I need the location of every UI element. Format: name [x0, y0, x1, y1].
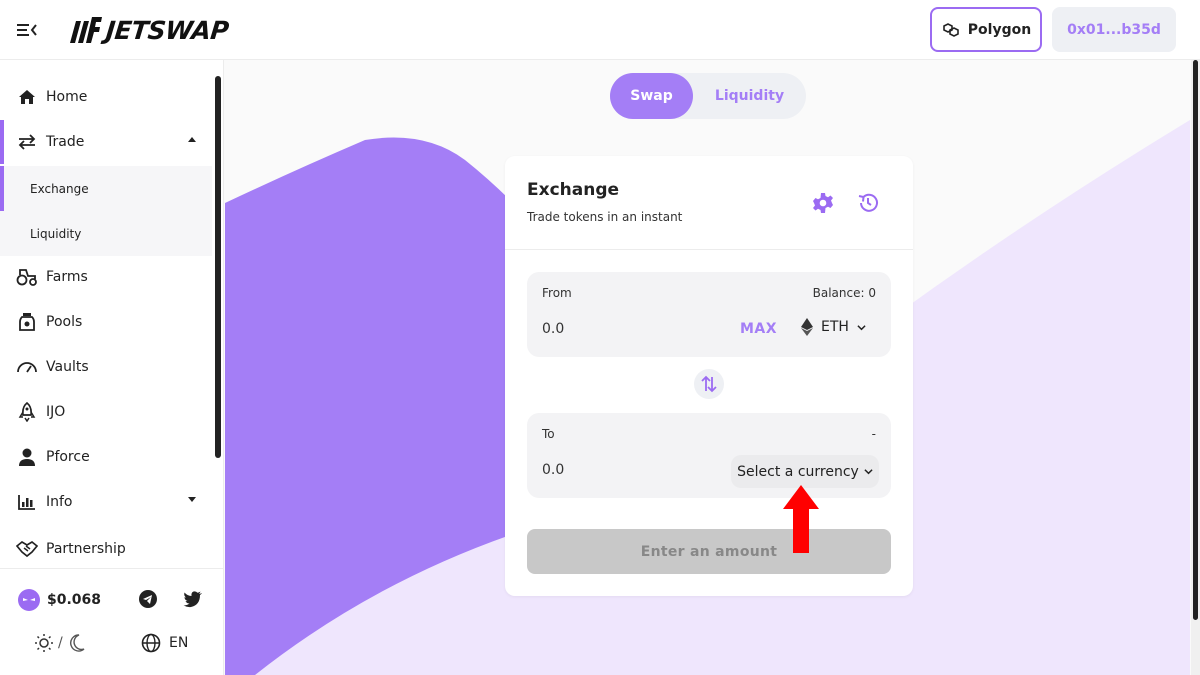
sidebar-item-label: Exchange — [30, 181, 89, 196]
jar-icon — [16, 311, 38, 333]
sidebar-item-label: Vaults — [46, 359, 89, 375]
sidebar-item-pools[interactable]: Pools — [0, 300, 212, 344]
from-token-selector[interactable]: ETH — [801, 318, 866, 336]
sidebar-item-label: Trade — [46, 134, 85, 150]
sidebar-item-label: Pforce — [46, 449, 90, 465]
sidebar-subitem-liquidity[interactable]: Liquidity — [0, 211, 212, 256]
sidebar-item-label: Partnership — [46, 541, 126, 557]
rocket-icon — [16, 401, 38, 423]
network-button[interactable]: Polygon — [930, 7, 1042, 52]
sidebar-item-trade[interactable]: Trade — [0, 120, 212, 164]
enter-amount-button: Enter an amount — [527, 529, 891, 574]
from-label: From — [542, 286, 572, 300]
exchange-card: Exchange Trade tokens in an instant From… — [505, 156, 913, 596]
chevron-up-icon — [188, 137, 196, 142]
sidebar-item-info[interactable]: Info — [0, 480, 212, 524]
sidebar-footer: $0.068 / EN — [0, 568, 224, 675]
exchange-card-header: Exchange Trade tokens in an instant — [505, 156, 913, 250]
red-up-arrow-annotation — [783, 485, 819, 553]
menu-collapse-icon[interactable] — [16, 20, 38, 40]
swap-liquidity-tabs: Swap Liquidity — [610, 73, 806, 119]
from-panel: From Balance: 0 0.0 MAX ETH — [527, 272, 891, 357]
ethereum-icon — [801, 318, 813, 336]
sidebar-item-label: Farms — [46, 269, 88, 285]
chevron-down-icon — [188, 497, 196, 502]
sidebar-item-partnership[interactable]: Partnership — [0, 527, 212, 571]
exchange-subtitle: Trade tokens in an instant — [527, 210, 683, 224]
telegram-icon[interactable] — [138, 589, 158, 609]
sidebar-scrollbar[interactable] — [215, 76, 221, 458]
history-icon[interactable] — [857, 192, 879, 214]
jetswap-token-icon — [18, 589, 40, 611]
sidebar-item-label: Home — [46, 89, 88, 105]
gear-icon[interactable] — [812, 192, 834, 214]
sidebar-item-home[interactable]: Home — [0, 75, 212, 119]
sidebar-item-label: IJO — [46, 404, 66, 420]
theme-toggle[interactable]: / — [34, 633, 85, 653]
sidebar-item-vaults[interactable]: Vaults — [0, 345, 212, 389]
tab-liquidity[interactable]: Liquidity — [693, 73, 806, 119]
to-balance: - — [871, 427, 876, 441]
to-panel: To - 0.0 Select a currency — [527, 413, 891, 498]
from-balance: Balance: 0 — [812, 286, 876, 300]
to-label: To — [542, 427, 555, 441]
sun-icon[interactable] — [34, 633, 54, 653]
sidebar-item-ijo[interactable]: IJO — [0, 390, 212, 434]
top-header: JETSWAP Polygon 0x01...b35d — [0, 0, 1200, 60]
chevron-down-icon — [864, 469, 873, 475]
select-currency-label: Select a currency — [737, 463, 859, 480]
page-scrollbar[interactable] — [1191, 60, 1200, 675]
sidebar-item-pforce[interactable]: Pforce — [0, 435, 212, 479]
polygon-icon — [942, 22, 959, 37]
swap-vertical-icon — [701, 375, 717, 393]
handshake-icon — [16, 538, 38, 560]
chart-icon — [16, 491, 38, 513]
gauge-icon — [16, 356, 38, 378]
home-icon — [16, 86, 38, 108]
sidebar-item-label: Liquidity — [30, 226, 82, 241]
language-selector[interactable]: EN — [141, 633, 188, 653]
sidebar-subitem-exchange[interactable]: Exchange — [0, 166, 212, 211]
wallet-address-label: 0x01...b35d — [1067, 21, 1161, 38]
language-label: EN — [169, 635, 189, 651]
logo-text: JETSWAP — [104, 15, 230, 45]
jetswap-logo-icon — [70, 17, 102, 43]
tractor-icon — [16, 266, 38, 288]
to-amount-input[interactable]: 0.0 — [542, 462, 564, 478]
select-currency-button[interactable]: Select a currency — [731, 455, 879, 488]
max-button[interactable]: MAX — [740, 321, 777, 337]
sidebar: Home Trade Exchange Liquidity Farms Pool… — [0, 60, 224, 675]
from-amount-input[interactable]: 0.0 — [542, 321, 564, 337]
moon-icon[interactable] — [67, 633, 85, 653]
exchange-title: Exchange — [527, 180, 620, 200]
sidebar-item-label: Info — [46, 494, 73, 510]
theme-separator: / — [58, 635, 63, 651]
wallet-address-button[interactable]: 0x01...b35d — [1052, 7, 1176, 52]
swap-direction-button[interactable] — [694, 369, 724, 399]
agent-icon — [16, 446, 38, 468]
sidebar-item-label: Pools — [46, 314, 83, 330]
token-price: $0.068 — [18, 589, 101, 611]
network-label: Polygon — [967, 21, 1032, 38]
twitter-icon[interactable] — [183, 589, 203, 609]
token-price-value: $0.068 — [47, 592, 102, 608]
sidebar-item-farms[interactable]: Farms — [0, 255, 212, 299]
page-scrollbar-thumb[interactable] — [1193, 60, 1198, 620]
globe-icon — [141, 633, 161, 653]
logo[interactable]: JETSWAP — [68, 12, 230, 48]
chevron-down-icon — [857, 324, 866, 330]
swap-arrows-icon — [16, 131, 38, 153]
tab-swap[interactable]: Swap — [610, 73, 693, 119]
from-token-label: ETH — [821, 319, 849, 335]
